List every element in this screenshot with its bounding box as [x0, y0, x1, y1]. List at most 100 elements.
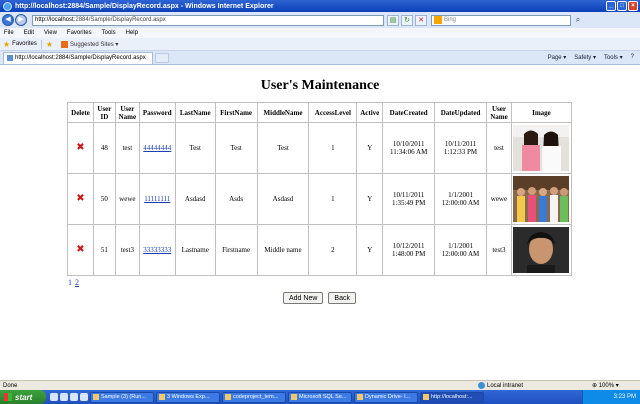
quick-launch-icon[interactable] — [70, 393, 78, 401]
add-new-button[interactable]: Add New — [283, 292, 324, 304]
tools-menu-button[interactable]: Tools ▾ — [604, 54, 623, 61]
refresh-icon[interactable]: ↻ — [401, 14, 413, 26]
action-buttons: Add New Back — [283, 292, 356, 304]
password-link[interactable]: 33333333 — [138, 224, 176, 276]
quick-launch-icon[interactable] — [80, 393, 88, 401]
delete-icon[interactable]: ✖ — [76, 142, 84, 153]
add-favorite-icon[interactable]: ★ — [46, 40, 53, 49]
clock: 3:23 PM — [613, 394, 636, 400]
safety-menu-button[interactable]: Safety ▾ — [574, 54, 596, 61]
user-photo — [513, 125, 570, 171]
menu-tools[interactable]: Tools — [102, 30, 116, 36]
col-date-created: DateCreated — [382, 102, 436, 123]
ie-logo-icon — [3, 1, 12, 11]
table-header-row: Delete User ID User Name Password LastNa… — [67, 102, 573, 123]
active-cell: Y — [356, 122, 384, 174]
start-button[interactable]: start — [0, 390, 46, 404]
middle-name-cell: Middle name — [256, 224, 310, 276]
date-created-cell: 10/11/2011 1:35:49 PM — [382, 173, 436, 225]
page-favicon-icon — [7, 55, 13, 61]
folder-icon — [159, 394, 165, 400]
window-controls: _ □ × — [606, 1, 638, 11]
help-icon[interactable]: ? — [631, 54, 634, 61]
menu-file[interactable]: File — [4, 30, 14, 36]
page-1-link[interactable]: 1 — [68, 278, 72, 287]
window-title: http://localhost:2884/Sample/DisplayReco… — [15, 2, 274, 10]
access-level-cell: 1 — [308, 122, 358, 174]
user-id-cell: 50 — [92, 173, 116, 225]
taskbar-item[interactable]: http://localhost:... — [420, 391, 484, 403]
taskbar-item[interactable]: Dynamic Drive- I... — [354, 391, 418, 403]
search-icon[interactable]: ⌕ — [572, 15, 584, 26]
menu-help[interactable]: Help — [126, 30, 138, 36]
page-menu-button[interactable]: Page ▾ — [548, 54, 567, 61]
command-bar: Page ▾ Safety ▾ Tools ▾ ? — [548, 54, 640, 61]
start-label: start — [15, 392, 33, 402]
taskbar-item-label: Microsoft SQL Se... — [299, 394, 347, 400]
user-name-cell: wewe — [114, 173, 140, 225]
zoom-control[interactable]: ⊕ 100% ▾ — [592, 382, 619, 389]
tab-label: http://localhost:2884/Sample/DisplayReco… — [15, 55, 146, 61]
password-link[interactable]: 44444444 — [138, 122, 176, 174]
ie-icon — [423, 394, 429, 400]
menu-favorites[interactable]: Favorites — [67, 30, 92, 36]
close-icon[interactable]: × — [628, 1, 638, 11]
page-title: User's Maintenance — [260, 78, 380, 93]
middle-name-cell: Asdasd — [256, 173, 310, 225]
col-image: Image — [510, 102, 573, 123]
address-row: ◀ ▶ http://localhost:2884/Sample/Display… — [0, 12, 640, 28]
date-created-cell: 10/10/2011 11:34:06 AM — [382, 122, 436, 174]
system-tray: 3:23 PM — [582, 390, 640, 404]
minimize-icon[interactable]: _ — [606, 1, 616, 11]
new-tab-button[interactable] — [155, 52, 169, 63]
delete-icon[interactable]: ✖ — [76, 244, 84, 255]
quick-launch — [50, 393, 88, 401]
tab-display-record[interactable]: http://localhost:2884/Sample/DisplayReco… — [3, 51, 153, 64]
page-2-link[interactable]: 2 — [75, 278, 79, 287]
address-input[interactable]: http://localhost:2884/Sample/DisplayReco… — [32, 14, 384, 26]
quick-launch-icon[interactable] — [50, 393, 58, 401]
back-arrow-icon[interactable]: ◀ — [2, 14, 14, 26]
user-name-cell: test3 — [114, 224, 140, 276]
access-level-cell: 1 — [308, 173, 358, 225]
delete-cell: ✖ — [67, 122, 94, 174]
address-host: http://localhost — [35, 17, 74, 23]
forward-arrow-icon[interactable]: ▶ — [15, 14, 27, 26]
col-first-name: FirstName — [214, 102, 258, 123]
compatibility-icon[interactable]: ▤ — [387, 14, 399, 26]
tab-row: http://localhost:2884/Sample/DisplayReco… — [0, 51, 640, 65]
active-cell: Y — [356, 173, 384, 225]
taskbar-item-label: 3 Windows Exp... — [167, 394, 210, 400]
delete-icon[interactable]: ✖ — [76, 193, 84, 204]
taskbar-item[interactable]: 3 Windows Exp... — [156, 391, 220, 403]
stop-icon[interactable]: ✕ — [415, 14, 427, 26]
table-row: ✖ 50 wewe 11111111 Asdasd Asds Asdasd 1 … — [67, 173, 573, 225]
taskbar: start Sample (3) (Run... 3 Windows Exp..… — [0, 390, 640, 404]
suggested-sites-button[interactable]: Suggested Sites ▾ — [61, 40, 119, 48]
back-button[interactable]: Back — [328, 292, 356, 304]
favorites-button[interactable]: Favorites — [12, 41, 37, 47]
active-cell: Y — [356, 224, 384, 276]
access-level-cell: 2 — [308, 224, 358, 276]
col-delete: Delete — [67, 102, 94, 123]
taskbar-item-label: Sample (3) (Run... — [101, 394, 146, 400]
quick-launch-icon[interactable] — [60, 393, 68, 401]
table-row: ✖ 48 test 44444444 Test Test Test 1 Y 10… — [67, 122, 573, 174]
maximize-icon[interactable]: □ — [617, 1, 627, 11]
password-link[interactable]: 11111111 — [138, 173, 176, 225]
taskbar-item-label: http://localhost:... — [431, 394, 473, 400]
first-name-cell: Test — [214, 122, 258, 174]
menu-edit[interactable]: Edit — [24, 30, 34, 36]
page-content: User's Maintenance Delete User ID User N… — [0, 66, 640, 380]
windows-flag-icon — [4, 393, 12, 401]
search-input[interactable]: Bing — [431, 14, 571, 26]
security-zone: Local intranet — [478, 382, 523, 389]
col-user-name: User Name — [114, 102, 140, 123]
menu-view[interactable]: View — [44, 30, 57, 36]
user-photo — [513, 176, 570, 222]
delete-cell: ✖ — [67, 173, 94, 225]
taskbar-item[interactable]: codeproject_tem... — [222, 391, 286, 403]
taskbar-item[interactable]: Microsoft SQL Se... — [288, 391, 352, 403]
taskbar-item[interactable]: Sample (3) (Run... — [90, 391, 154, 403]
suggested-sites-label: Suggested Sites ▾ — [70, 41, 119, 48]
